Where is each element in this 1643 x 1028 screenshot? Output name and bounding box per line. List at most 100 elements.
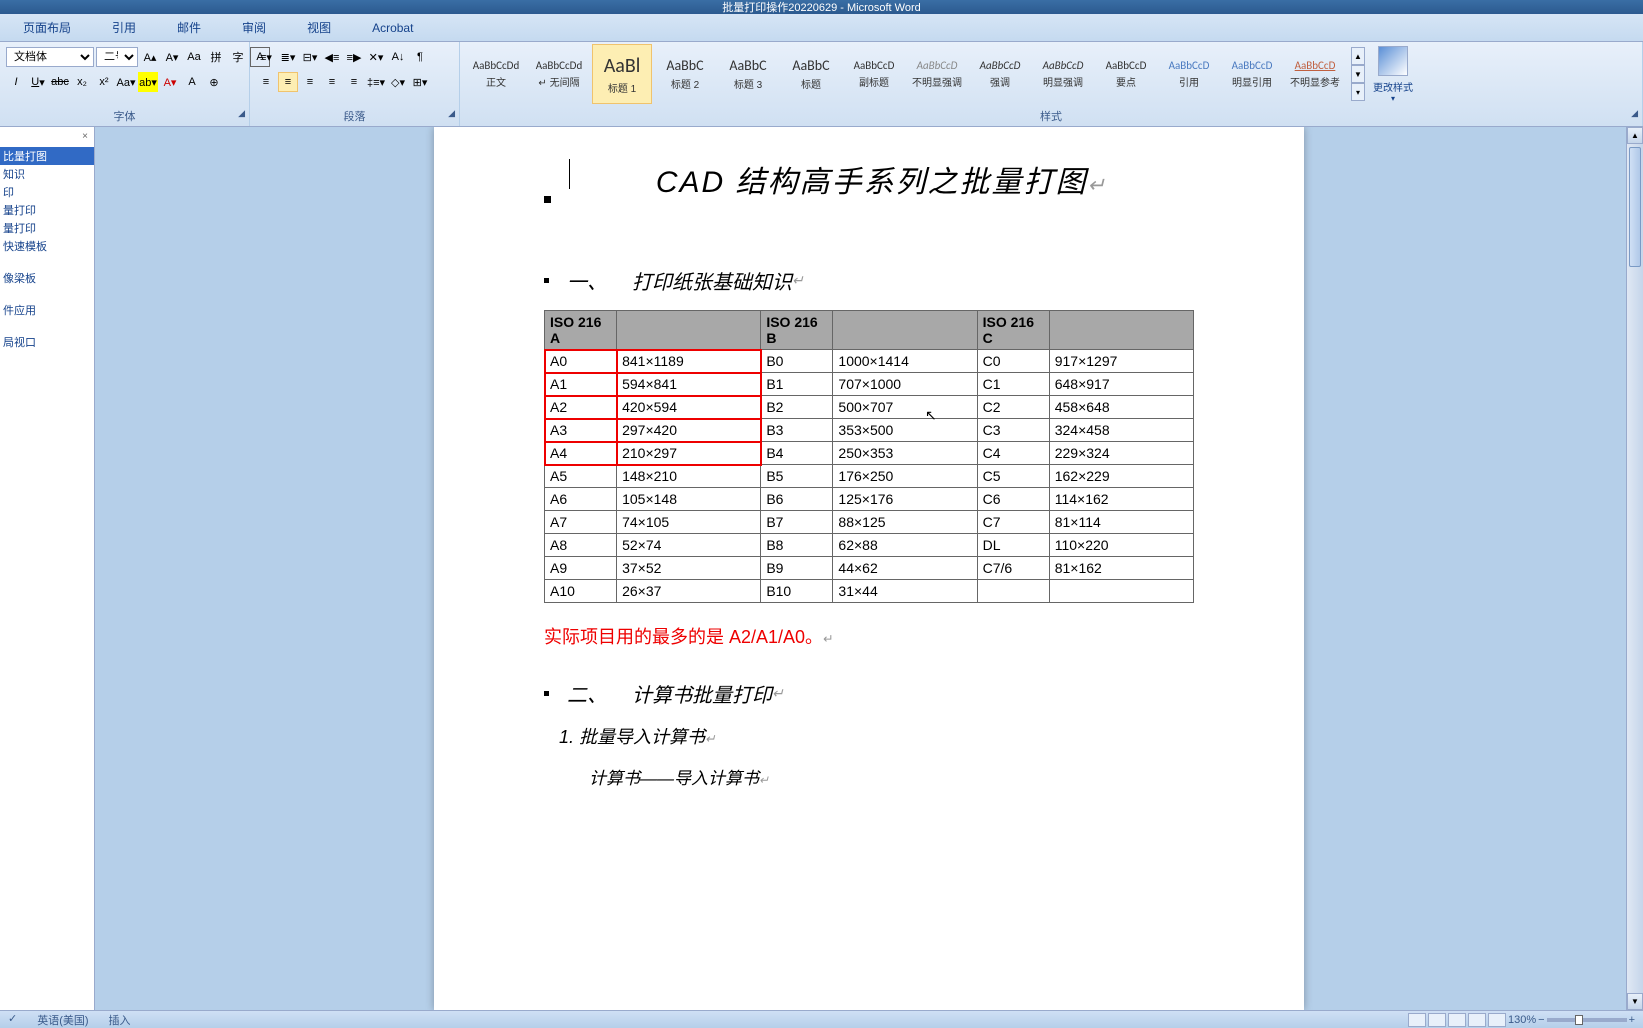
table-row: A4210×297B4250×353C4229×324 [545,442,1194,465]
zoom-level[interactable]: 130% [1508,1014,1536,1026]
nav-item-5[interactable]: 快速模板 [0,237,94,255]
decrease-indent-button[interactable]: ◀≡ [322,47,342,67]
numbering-button[interactable]: ≣▾ [278,47,298,67]
vertical-scrollbar[interactable]: ▲ ▼ [1626,127,1643,1010]
table-cell: A7 [545,511,617,534]
page[interactable]: CAD 结构高手系列之批量打图↵ 一、 打印纸张基础知识↵ ↖ ISO 216 … [434,127,1304,1010]
nav-item-2[interactable]: 印 [0,183,94,201]
nav-close-button[interactable]: × [78,129,92,143]
para-expand-icon[interactable]: ◢ [448,108,455,119]
borders-button[interactable]: ⊞▾ [410,72,430,92]
scroll-thumb[interactable] [1629,147,1641,267]
nav-item-7[interactable]: 件应用 [0,301,94,319]
font-expand-icon[interactable]: ◢ [238,108,245,119]
style-不明显强调[interactable]: AaBbCcD不明显强调 [907,44,967,104]
nav-item-3[interactable]: 量打印 [0,201,94,219]
style-副标题[interactable]: AaBbCcD副标题 [844,44,904,104]
show-marks-button[interactable]: ¶ [410,47,430,67]
tab-acrobat[interactable]: Acrobat [364,17,421,39]
nav-item-6[interactable]: 像梁板 [0,269,94,287]
style-标题 3[interactable]: AaBbC标题 3 [718,44,778,104]
tab-view[interactable]: 视图 [299,15,339,40]
style-正文[interactable]: AaBbCcDd正文 [466,44,526,104]
list-item-1: 1. 批量导入计算书↵ [559,723,1194,749]
nav-item-1[interactable]: 知识 [0,165,94,183]
line-spacing-button[interactable]: ‡≡▾ [366,72,386,92]
clear-format-button[interactable]: Aa [184,47,204,67]
style-明显引用[interactable]: AaBbCcD明显引用 [1222,44,1282,104]
underline-button[interactable]: U▾ [28,72,48,92]
font-name-select[interactable]: 文档体 [6,47,94,67]
view-fullscreen-button[interactable] [1428,1013,1446,1027]
style-要点[interactable]: AaBbCcD要点 [1096,44,1156,104]
align-center-button[interactable]: ≡ [278,72,298,92]
distribute-button[interactable]: ≡ [344,72,364,92]
status-language[interactable]: 英语(美国) [37,1012,88,1028]
view-draft-button[interactable] [1488,1013,1506,1027]
shrink-font-button[interactable]: A▾ [162,47,182,67]
table-cell: B7 [761,511,833,534]
zoom-in-button[interactable]: + [1629,1014,1635,1026]
tab-review[interactable]: 审阅 [234,15,274,40]
sort-button[interactable]: A↓ [388,47,408,67]
table-cell: 500×707 [833,396,977,419]
ribbon: 文档体 二号 A▴ A▾ Aa 拼 字 A I U▾ abc x₂ x² Aa▾… [0,42,1643,127]
styles-expand-icon[interactable]: ◢ [1631,108,1638,119]
table-cell: 297×420 [617,419,761,442]
highlight-button[interactable]: ab▾ [138,72,158,92]
view-web-button[interactable] [1448,1013,1466,1027]
status-mode[interactable]: 插入 [109,1012,131,1028]
nav-item-4[interactable]: 量打印 [0,219,94,237]
increase-indent-button[interactable]: ≡▶ [344,47,364,67]
tab-layout[interactable]: 页面布局 [15,15,79,40]
multilevel-button[interactable]: ⊟▾ [300,47,320,67]
superscript-button[interactable]: x² [94,72,114,92]
style-明显强调[interactable]: AaBbCcD明显强调 [1033,44,1093,104]
align-right-button[interactable]: ≡ [300,72,320,92]
document-area[interactable]: CAD 结构高手系列之批量打图↵ 一、 打印纸张基础知识↵ ↖ ISO 216 … [95,127,1643,1010]
view-print-layout-button[interactable] [1408,1013,1426,1027]
style-expand[interactable]: ▾ [1351,83,1365,101]
style-标题 2[interactable]: AaBbC标题 2 [655,44,715,104]
style-强调[interactable]: AaBbCcD强调 [970,44,1030,104]
style-scroll-up[interactable]: ▲ [1351,47,1365,65]
table-row: A2420×594B2500×707C2458×648 [545,396,1194,419]
style-引用[interactable]: AaBbCcD引用 [1159,44,1219,104]
style-scroll-down[interactable]: ▼ [1351,65,1365,83]
strike-button[interactable]: abc [50,72,70,92]
italic-button[interactable]: I [6,72,26,92]
style-标题 1[interactable]: AaBl标题 1 [592,44,652,104]
scroll-up-button[interactable]: ▲ [1627,127,1643,144]
font-size-select[interactable]: 二号 [96,47,138,67]
style-无间隔[interactable]: AaBbCcDd↵ 无间隔 [529,44,589,104]
table-cell: 162×229 [1049,465,1193,488]
zoom-slider[interactable] [1547,1018,1627,1022]
change-styles-button[interactable]: 更改样式▾ [1368,44,1418,104]
shading-button[interactable]: ◇▾ [388,72,408,92]
char-shading-button[interactable]: A [182,72,202,92]
tab-references[interactable]: 引用 [104,15,144,40]
table-cell: C5 [977,465,1049,488]
enclosed-button[interactable]: ⊕ [204,72,224,92]
zoom-out-button[interactable]: − [1538,1014,1544,1026]
asian-layout-button[interactable]: ✕▾ [366,47,386,67]
phonetic-button[interactable]: 拼 [206,47,226,67]
grow-font-button[interactable]: A▴ [140,47,160,67]
tab-mailings[interactable]: 邮件 [169,15,209,40]
table-cell: C0 [977,350,1049,373]
scroll-down-button[interactable]: ▼ [1627,993,1643,1010]
table-cell: 648×917 [1049,373,1193,396]
font-color-button[interactable]: A▾ [160,72,180,92]
nav-item-0[interactable]: 比量打图 [0,147,94,165]
nav-item-8[interactable]: 局视口 [0,333,94,351]
style-标题[interactable]: AaBbC标题 [781,44,841,104]
change-case-button[interactable]: Aa▾ [116,72,136,92]
view-outline-button[interactable] [1468,1013,1486,1027]
char-border-button[interactable]: 字 [228,47,248,67]
spell-check-icon[interactable]: ✓ [8,1012,17,1028]
justify-button[interactable]: ≡ [322,72,342,92]
subscript-button[interactable]: x₂ [72,72,92,92]
bullets-button[interactable]: ≡▾ [256,47,276,67]
align-left-button[interactable]: ≡ [256,72,276,92]
style-不明显参考[interactable]: AaBbCcD不明显参考 [1285,44,1345,104]
